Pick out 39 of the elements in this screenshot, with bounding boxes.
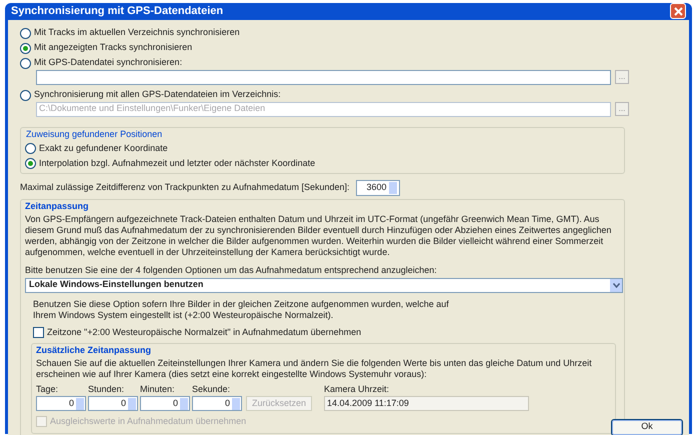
field-label: Sekunde: bbox=[192, 382, 232, 396]
group-title: Zuweisung gefundener Positionen bbox=[25, 128, 164, 141]
description-text: Von GPS-Empfängern aufgezeichnete Track-Dateien enthalten Datum und Uhrzeit im UTC-Format (ungefähr Greenwich Mean Time, GMT). Aus diesem Grund muß das Aufnahmedatum der zu synchronisierenden Bilder eventuell durch Hinzufügen oder Abziehen eines Zeitwertes angeglichen werden, abhängig von der Zeitzone in welcher die Bilder aufgenommen wurden. Weiterhin wurden die Bilder vielleicht während einer Sommerzeit aufgenommen, welche eventuell in der Uhrzeiteinstellung der Kamera berücksichtigt wurde. bbox=[25, 214, 612, 258]
radio-label[interactable]: Mit GPS-Datendatei synchronisieren: bbox=[34, 56, 182, 70]
radio-button[interactable] bbox=[20, 58, 31, 68]
field-label: Maximal zulässige Zeitdifferenz von Trackpunkten zu Aufnahmedatum [Sekunden]: bbox=[20, 181, 350, 194]
option-description: Benutzen Sie diese Option sofern Ihre Bilder in der gleichen Zeitzone aufgenommen wurden, welche auf Ihrem Windows System eingestellt ist (+2:00 Westeuropäische Normalzeit). bbox=[33, 298, 450, 320]
radio-button[interactable] bbox=[25, 158, 36, 169]
field-label: Kamera Uhrzeit: bbox=[324, 382, 390, 396]
field-label: Minuten: bbox=[140, 382, 176, 396]
group-title: Zusätzliche Zeitanpassung bbox=[36, 344, 152, 357]
number-spinner[interactable]: 0 bbox=[36, 396, 86, 411]
number-spinner[interactable]: 0 bbox=[140, 396, 190, 411]
ok-button[interactable]: Ok bbox=[611, 418, 683, 435]
description-text: Schauen Sie auf die aktuellen Zeiteinstellungen Ihrer Kamera und ändern Sie die folgenden Werte bis unten das gleiche Datum und Uhrzeit erscheinen wie auf Ihrer Kamera (dies setzt eine korrekt eingestellte Windows Systemuhr voraus): bbox=[36, 358, 593, 380]
radio-label[interactable]: Mit angezeigten Tracks synchronisieren bbox=[34, 41, 192, 55]
prompt-text: Bitte benutzen Sie eine der 4 folgenden Optionen um das Aufnahmedatum entsprechend anzugleichen: bbox=[25, 264, 438, 276]
radio-button[interactable] bbox=[20, 90, 31, 100]
number-spinner[interactable]: 0 bbox=[192, 396, 242, 411]
radio-label[interactable]: Mit Tracks im aktuellen Verzeichnis synchronisieren bbox=[34, 26, 240, 40]
group-title: Zeitanpassung bbox=[25, 200, 90, 213]
checkbox-label[interactable]: Zeitzone "+2:00 Westeuropäische Normalzeit" in Aufnahmedatum übernehmen bbox=[47, 326, 362, 339]
number-spinner[interactable]: 3600 bbox=[356, 180, 400, 196]
field-label: Stunden: bbox=[88, 382, 126, 396]
path-field[interactable] bbox=[36, 70, 611, 84]
window-title: Synchronisierung mit GPS-Datendateien bbox=[11, 4, 224, 19]
checkbox[interactable] bbox=[33, 326, 44, 338]
dropdown[interactable]: Lokale Windows-Einstellungen benutzen bbox=[25, 278, 623, 292]
close-icon bbox=[674, 6, 682, 16]
radio-button[interactable] bbox=[20, 28, 31, 38]
close-button[interactable] bbox=[670, 3, 686, 20]
radio-button[interactable] bbox=[25, 143, 36, 154]
radio-label[interactable]: Exakt zu gefundener Koordinate bbox=[39, 142, 168, 156]
number-spinner[interactable]: 0 bbox=[88, 396, 138, 411]
radio-button[interactable] bbox=[20, 42, 31, 54]
field-label: Tage: bbox=[36, 382, 60, 396]
time-field[interactable]: 14.04.2009 11:17:09 bbox=[324, 396, 530, 411]
radio-label[interactable]: Synchronisierung mit allen GPS-Datendateien im Verzeichnis: bbox=[34, 88, 281, 102]
radio-label[interactable]: Interpolation bzgl. Aufnahmezeit und letzter oder nächster Koordinate bbox=[39, 156, 316, 170]
